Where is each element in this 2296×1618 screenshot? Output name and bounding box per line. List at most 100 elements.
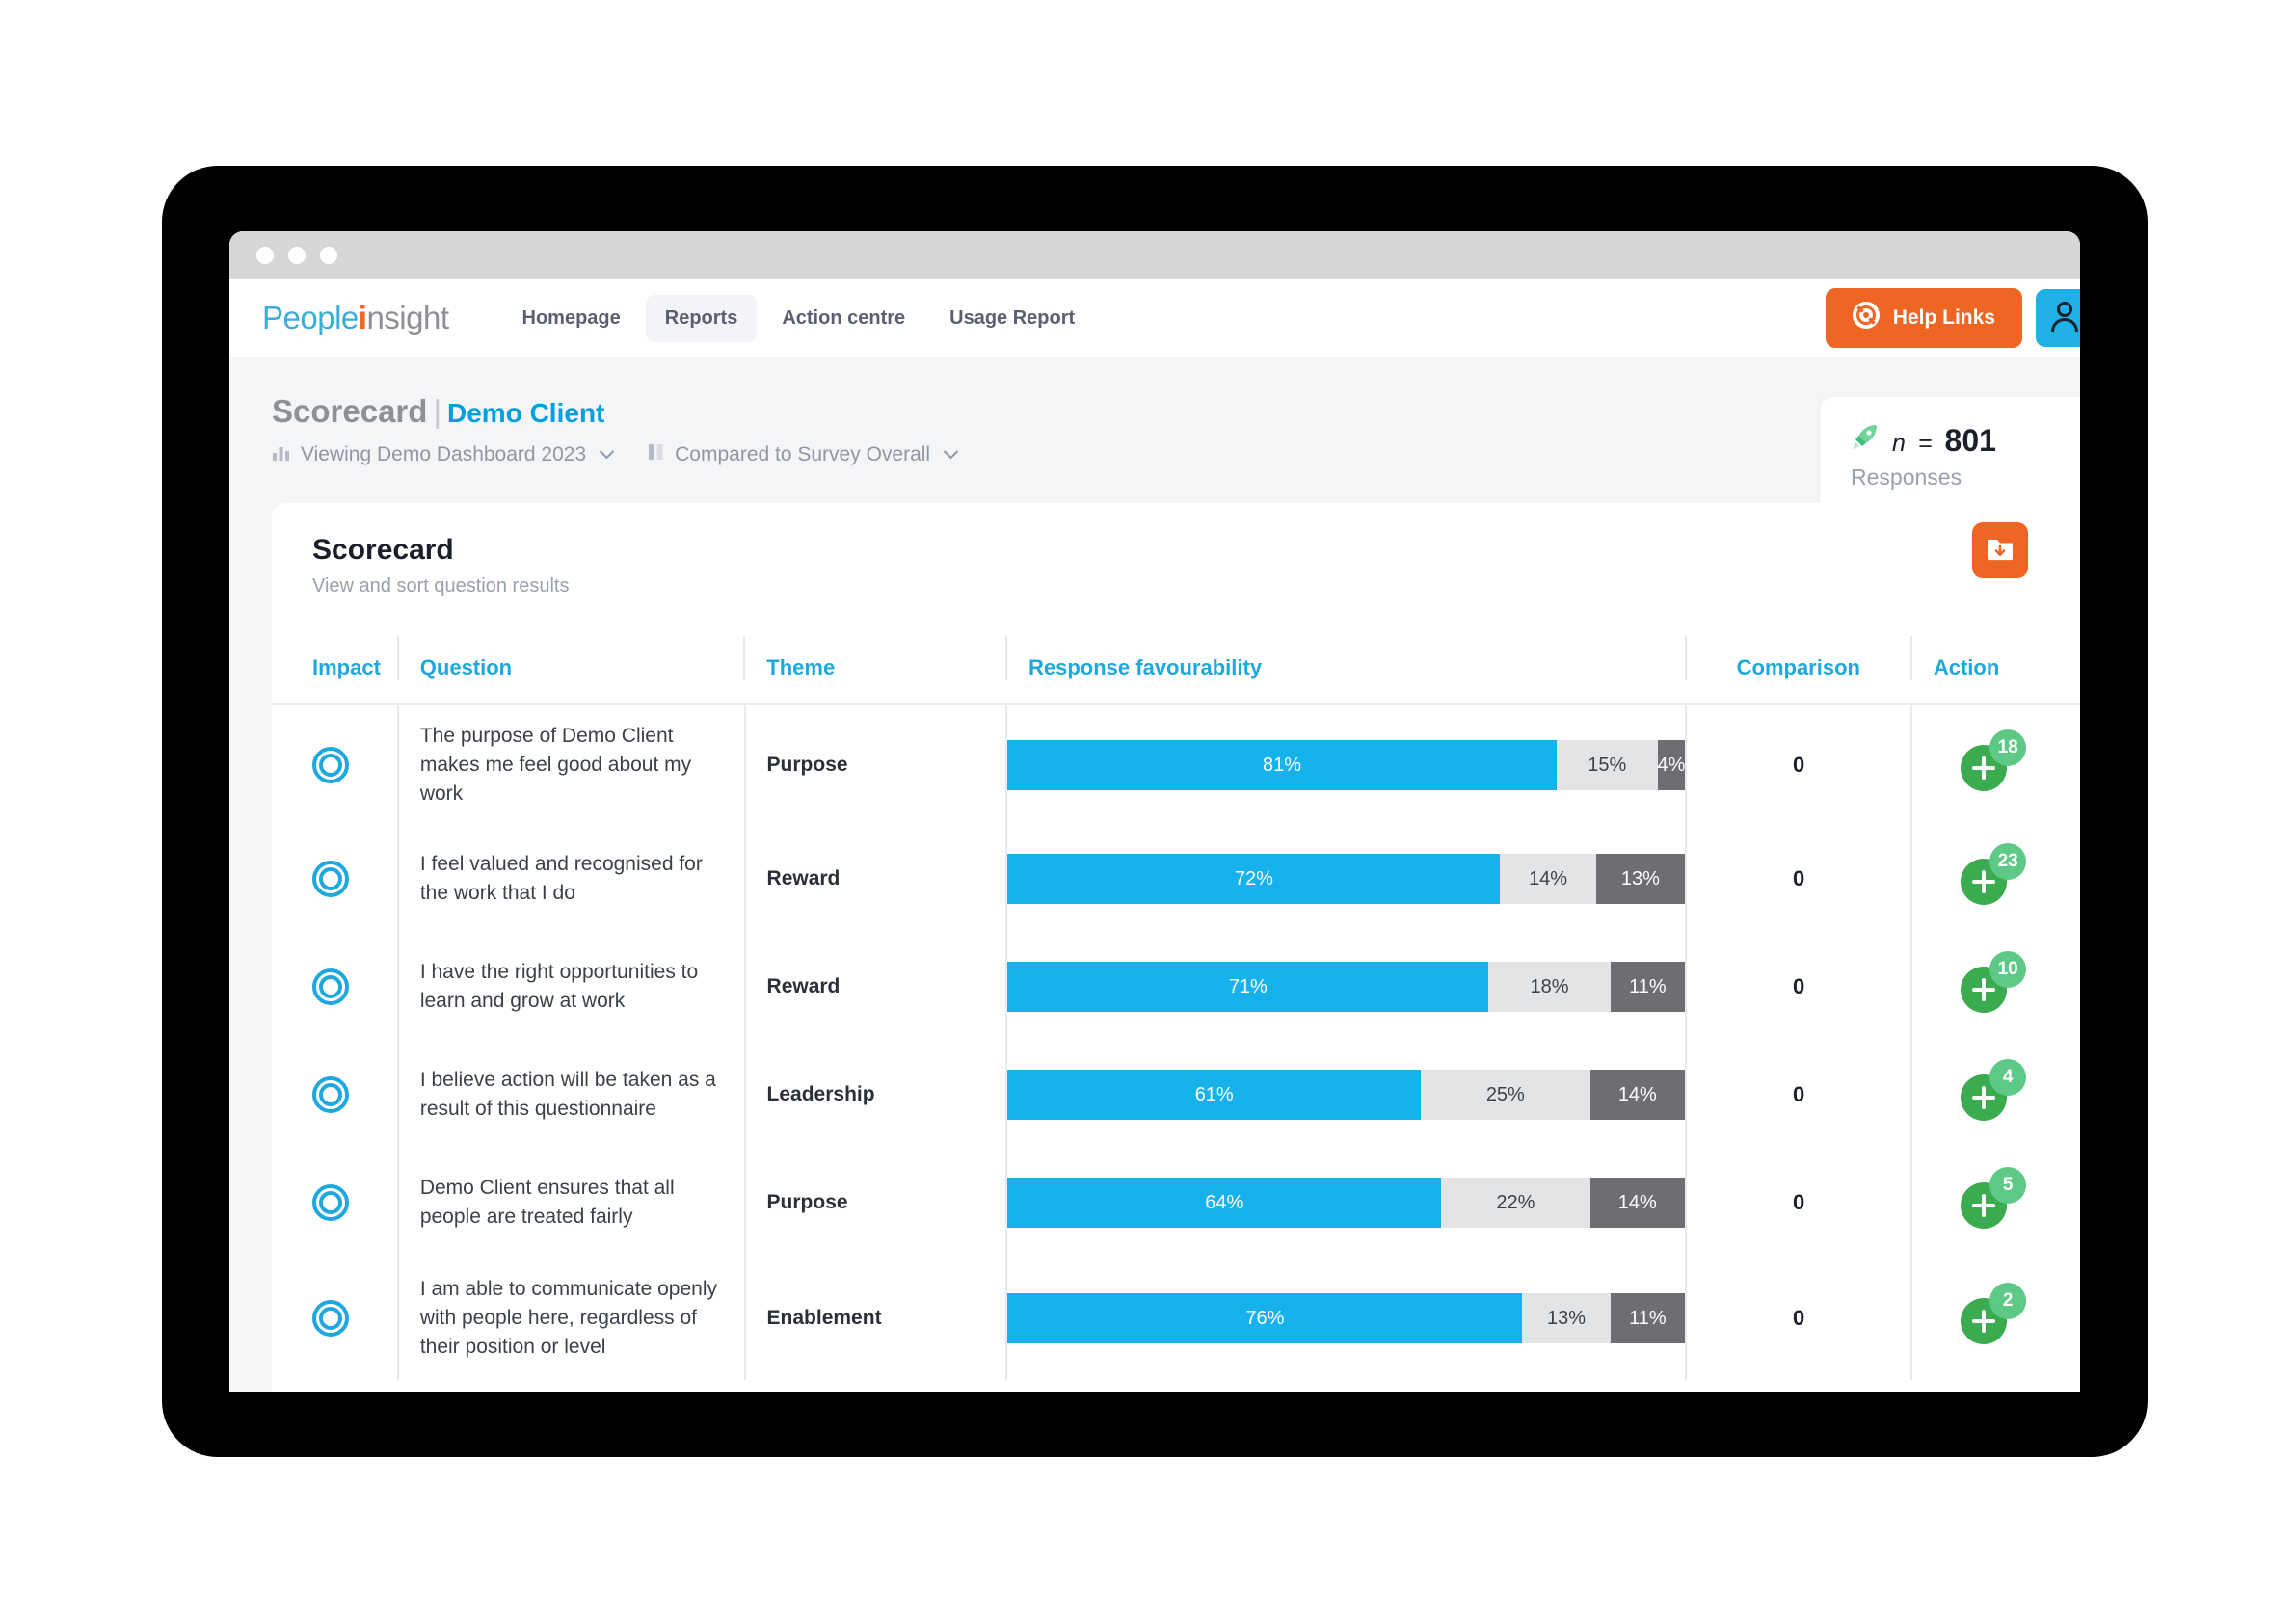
nav-item-reports[interactable]: Reports — [645, 294, 758, 342]
theme-text: Reward — [766, 975, 841, 997]
table-row[interactable]: Demo Client ensures that all people are … — [272, 1149, 2080, 1257]
bullseye-icon[interactable] — [312, 1076, 349, 1113]
page-title-main: Scorecard — [272, 393, 428, 429]
export-download-button[interactable] — [1972, 522, 2028, 578]
stacked-bar[interactable]: 64% 22% 14% — [1007, 1178, 1685, 1228]
bullseye-icon[interactable] — [312, 1184, 349, 1221]
impact-cell — [272, 1149, 397, 1257]
bar-segment-neutral: 13% — [1522, 1293, 1611, 1343]
table-row[interactable]: I feel valued and recognised for the wor… — [272, 825, 2080, 933]
action-control: 4 — [1955, 1059, 2038, 1128]
stacked-bar[interactable]: 76% 13% 11% — [1007, 1293, 1685, 1343]
action-cell: 5 — [1910, 1149, 2080, 1257]
compare-bars-icon — [648, 442, 664, 467]
user-avatar-button[interactable] — [2036, 289, 2080, 347]
bar-segment-neutral: 15% — [1556, 740, 1658, 790]
bar-segment-unfavourable: 13% — [1595, 854, 1686, 904]
table-row[interactable]: I am able to communicate openly with peo… — [272, 1257, 2080, 1380]
action-cell: 10 — [1910, 933, 2080, 1041]
bar-segment-neutral: 18% — [1488, 962, 1611, 1012]
dashboard-selector[interactable]: Viewing Demo Dashboard 2023 — [272, 443, 615, 467]
help-links-button[interactable]: Help Links — [1825, 288, 2022, 348]
stacked-bar[interactable]: 81% 15% 4% — [1007, 740, 1686, 790]
nav-item-usage-report[interactable]: Usage Report — [930, 295, 1094, 342]
question-cell: I have the right opportunities to learn … — [396, 933, 744, 1041]
stacked-bar[interactable]: 72% 14% 13% — [1007, 854, 1686, 904]
comparison-cell: 0 — [1685, 1041, 1910, 1149]
action-cell: 2 — [1910, 1257, 2080, 1380]
stacked-bar[interactable]: 61% 25% 14% — [1007, 1070, 1686, 1120]
peopleinsight-logo[interactable]: Peopleinsight — [262, 300, 449, 336]
window-minimize-dot[interactable] — [288, 247, 306, 264]
table-row[interactable]: I believe action will be taken as a resu… — [272, 1041, 2080, 1149]
bullseye-icon[interactable] — [312, 747, 349, 783]
bar-segment-favourable: 71% — [1007, 962, 1489, 1012]
theme-cell: Leadership — [743, 1041, 1006, 1149]
column-header-action[interactable]: Action — [1909, 636, 2080, 680]
favourability-cell: 81% 15% 4% — [1005, 705, 1686, 825]
bar-segment-favourable: 81% — [1007, 740, 1557, 790]
theme-text: Purpose — [766, 1191, 848, 1213]
nav-item-homepage[interactable]: Homepage — [503, 295, 640, 342]
card-header: Scorecard View and sort question results — [272, 503, 2080, 597]
card-title: Scorecard — [312, 534, 454, 566]
window-close-dot[interactable] — [256, 247, 274, 264]
scorecard-table: Impact Question Theme Response favourabi… — [272, 636, 2080, 1380]
comparison-selector[interactable]: Compared to Survey Overall — [648, 442, 959, 467]
page-title-client: Demo Client — [447, 398, 605, 428]
table-row[interactable]: I have the right opportunities to learn … — [272, 933, 2080, 1041]
table-body: The purpose of Demo Client makes me feel… — [272, 705, 2080, 1380]
impact-cell — [272, 705, 397, 825]
window-maximize-dot[interactable] — [320, 247, 337, 264]
action-count-badge[interactable]: 23 — [1989, 843, 2027, 880]
theme-cell: Purpose — [743, 1149, 1006, 1257]
bullseye-icon[interactable] — [312, 861, 349, 897]
column-header-comparison[interactable]: Comparison — [1684, 636, 1910, 680]
column-header-question[interactable]: Question — [396, 636, 744, 680]
bar-segment-neutral: 14% — [1500, 854, 1596, 904]
page-title-separator: | — [433, 393, 442, 429]
action-cell: 4 — [1910, 1041, 2080, 1149]
comparison-value: 0 — [1793, 1306, 1805, 1330]
column-header-response-favourability[interactable]: Response favourability — [1005, 636, 1685, 680]
chevron-down-icon-2 — [943, 447, 959, 464]
lifebuoy-icon — [1852, 302, 1880, 334]
theme-cell: Enablement — [743, 1257, 1006, 1380]
nav-item-action-centre[interactable]: Action centre — [762, 295, 924, 342]
favourability-cell: 61% 25% 14% — [1005, 1041, 1686, 1149]
question-cell: Demo Client ensures that all people are … — [396, 1149, 744, 1257]
question-text: I feel valued and recognised for the wor… — [419, 853, 703, 904]
action-count-badge[interactable]: 18 — [1989, 729, 2027, 766]
bullseye-icon[interactable] — [312, 1300, 349, 1337]
help-links-label: Help Links — [1892, 306, 1995, 329]
theme-cell: Reward — [743, 933, 1006, 1041]
favourability-cell: 71% 18% 11% — [1005, 933, 1686, 1041]
scorecard-card: Scorecard View and sort question results — [272, 503, 2080, 1392]
impact-cell — [272, 1041, 397, 1149]
action-count-badge[interactable]: 4 — [1989, 1059, 2027, 1096]
bar-segment-unfavourable: 11% — [1610, 962, 1686, 1012]
question-text: The purpose of Demo Client makes me feel… — [419, 725, 692, 805]
action-count-badge[interactable]: 5 — [1989, 1167, 2027, 1204]
stacked-bar[interactable]: 71% 18% 11% — [1007, 962, 1686, 1012]
column-header-theme[interactable]: Theme — [743, 636, 1005, 680]
favourability-cell: 76% 13% 11% — [1005, 1257, 1685, 1380]
action-control: 5 — [1955, 1167, 2038, 1236]
tablet-screen: Peopleinsight Homepage Reports Action ce… — [229, 231, 2080, 1392]
bar-segment-favourable: 72% — [1007, 854, 1501, 904]
comparison-cell: 0 — [1685, 1257, 1910, 1380]
bar-segment-neutral: 25% — [1421, 1070, 1590, 1120]
bar-segment-unfavourable: 14% — [1589, 1070, 1686, 1120]
action-count-badge[interactable]: 2 — [1989, 1283, 2027, 1319]
comparison-value: 0 — [1793, 974, 1805, 998]
responses-n-symbol: n — [1892, 430, 1906, 457]
bullseye-icon[interactable] — [312, 968, 349, 1005]
action-count-badge[interactable]: 10 — [1989, 951, 2027, 988]
theme-text: Purpose — [766, 754, 848, 776]
bar-segment-unfavourable: 11% — [1610, 1293, 1685, 1343]
action-control: 2 — [1955, 1283, 2038, 1352]
responses-label: Responses — [1851, 464, 1962, 490]
responses-value-row: n = 801 — [1851, 422, 2080, 459]
column-header-impact[interactable]: Impact — [272, 636, 397, 680]
table-row[interactable]: The purpose of Demo Client makes me feel… — [272, 705, 2080, 825]
